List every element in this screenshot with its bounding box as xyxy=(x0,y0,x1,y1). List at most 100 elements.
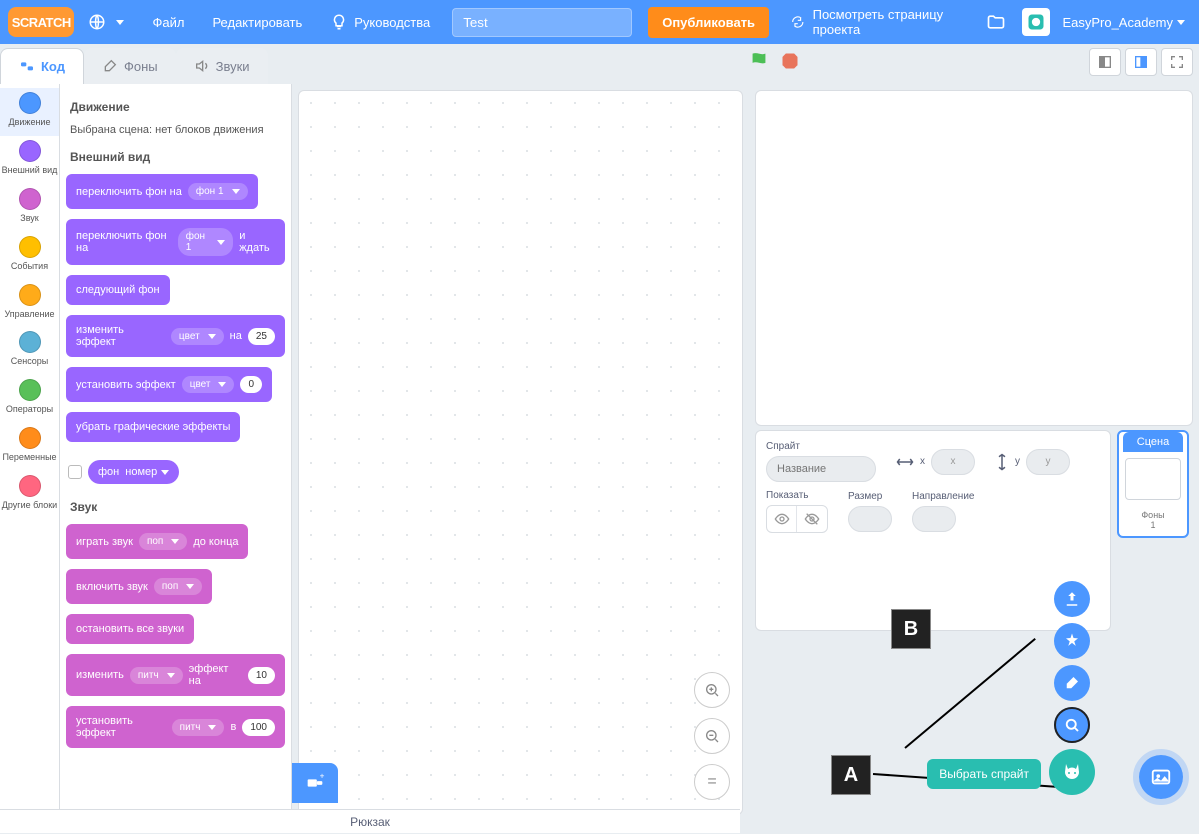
show-sprite-button[interactable] xyxy=(767,506,797,532)
number-input[interactable]: 25 xyxy=(248,328,275,345)
block-stop-all-sounds[interactable]: остановить все звуки xyxy=(66,614,194,644)
sprite-paint-button[interactable] xyxy=(1054,665,1090,701)
category-label: Внешний вид xyxy=(0,166,59,176)
category-Операторы[interactable]: Операторы xyxy=(0,375,59,423)
block-switch-backdrop[interactable]: переключить фон на фон 1 xyxy=(66,174,258,209)
cat-icon xyxy=(1060,760,1084,784)
category-Управление[interactable]: Управление xyxy=(0,280,59,328)
stage-selector[interactable]: Сцена Фоны 1 xyxy=(1117,430,1189,538)
language-menu[interactable] xyxy=(74,0,138,44)
block-switch-backdrop-wait[interactable]: переключить фон на фон 1 и ждать xyxy=(66,219,285,265)
code-workspace[interactable]: = xyxy=(298,90,743,815)
sprite-surprise-button[interactable] xyxy=(1054,623,1090,659)
x-label: x xyxy=(920,456,925,467)
zoom-out-icon xyxy=(704,728,720,744)
category-dot xyxy=(19,379,41,401)
category-Переменные[interactable]: Переменные xyxy=(0,423,59,471)
sprite-direction-input[interactable] xyxy=(912,506,956,532)
scratch-logo[interactable]: SCRATCH xyxy=(8,7,74,37)
annotation-marker-b: B xyxy=(891,609,931,649)
block-play-sound[interactable]: включить звук поп xyxy=(66,569,212,604)
sprite-search-button[interactable] xyxy=(1054,707,1090,743)
block-label: следующий фон xyxy=(76,284,160,296)
sprite-upload-button[interactable] xyxy=(1054,581,1090,617)
fullscreen-icon xyxy=(1169,54,1185,70)
dropdown-value: поп xyxy=(147,536,163,547)
zoom-in-icon xyxy=(704,682,720,698)
stop-icon[interactable] xyxy=(780,51,800,71)
project-name-input[interactable] xyxy=(452,8,632,37)
sound-header: Звук xyxy=(70,500,285,514)
tutorials-label: Руководства xyxy=(354,15,430,30)
tab-code[interactable]: Код xyxy=(0,48,84,84)
sprite-x-input[interactable]: x xyxy=(931,449,975,475)
block-set-effect[interactable]: установить эффект цвет 0 xyxy=(66,367,272,402)
number-input[interactable]: 100 xyxy=(242,719,275,736)
sprite-size-input[interactable] xyxy=(848,506,892,532)
block-change-sound-effect[interactable]: изменить питч эффект на 10 xyxy=(66,654,285,696)
publish-button[interactable]: Опубликовать xyxy=(648,7,769,38)
category-Движение[interactable]: Движение xyxy=(0,88,59,136)
category-Звук[interactable]: Звук xyxy=(0,184,59,232)
tab-code-label: Код xyxy=(41,59,65,74)
account-menu[interactable]: EasyPro_Academy xyxy=(1056,15,1191,30)
backpack-bar[interactable]: Рюкзак xyxy=(0,809,740,833)
file-menu[interactable]: Файл xyxy=(138,0,198,44)
block-play-until-done[interactable]: играть звук поп до конца xyxy=(66,524,248,559)
category-События[interactable]: События xyxy=(0,232,59,280)
block-palette: Движение Выбрана сцена: нет блоков движе… xyxy=(60,84,292,809)
see-project-page[interactable]: Посмотреть страницу проекта xyxy=(777,0,980,44)
tutorials-menu[interactable]: Руководства xyxy=(316,0,444,44)
stage-small-button[interactable] xyxy=(1089,48,1121,76)
reporter-checkbox[interactable] xyxy=(68,465,82,479)
block-change-effect[interactable]: изменить эффект цвет на 25 xyxy=(66,315,285,357)
stage-large-button[interactable] xyxy=(1125,48,1157,76)
svg-text:+: + xyxy=(320,772,325,780)
code-icon xyxy=(19,59,35,75)
add-extension-button[interactable]: + xyxy=(292,763,338,803)
category-Внешний вид[interactable]: Внешний вид xyxy=(0,136,59,184)
category-Сенсоры[interactable]: Сенсоры xyxy=(0,327,59,375)
number-input[interactable]: 0 xyxy=(240,376,262,393)
hide-sprite-button[interactable] xyxy=(797,506,827,532)
annotation-marker-a: A xyxy=(831,755,871,795)
menubar: SCRATCH Файл Редактировать Руководства О… xyxy=(0,0,1199,44)
category-label: Переменные xyxy=(0,453,59,463)
block-label: фон xyxy=(98,466,119,478)
dropdown-value: цвет xyxy=(190,379,211,390)
green-flag-icon[interactable] xyxy=(748,50,770,72)
block-label: и ждать xyxy=(239,230,275,254)
scene-header: Сцена xyxy=(1123,432,1183,452)
image-icon xyxy=(1150,766,1172,788)
block-next-backdrop[interactable]: следующий фон xyxy=(66,275,170,305)
backdrops-count: 1 xyxy=(1141,520,1164,530)
block-label: установить эффект xyxy=(76,715,166,739)
dropdown-value: поп xyxy=(162,581,178,592)
edit-menu[interactable]: Редактировать xyxy=(198,0,316,44)
category-dot xyxy=(19,92,41,114)
tab-backdrops[interactable]: Фоны xyxy=(84,48,176,84)
tabs-row: Код Фоны Звуки xyxy=(0,44,1199,84)
block-set-sound-effect[interactable]: установить эффект питч в 100 xyxy=(66,706,285,748)
mystuff-button[interactable] xyxy=(980,6,1012,38)
zoom-reset-button[interactable]: = xyxy=(694,764,730,800)
block-backdrop-reporter[interactable]: фон номер xyxy=(88,460,179,484)
sprite-y-input[interactable]: y xyxy=(1026,449,1070,475)
category-dot xyxy=(19,284,41,306)
block-label: на xyxy=(230,330,242,342)
category-dot xyxy=(19,236,41,258)
choose-backdrop-button[interactable] xyxy=(1139,755,1183,799)
category-column: Движение Внешний вид ЗвукСобытияУправление… xyxy=(0,84,60,809)
user-avatar[interactable] xyxy=(1022,8,1050,36)
stage[interactable] xyxy=(755,90,1193,426)
choose-sprite-button[interactable] xyxy=(1049,749,1095,795)
scene-thumbnail[interactable] xyxy=(1125,458,1181,500)
block-clear-effects[interactable]: убрать графические эффекты xyxy=(66,412,240,442)
category-Другие блоки[interactable]: Другие блоки xyxy=(0,471,59,519)
tab-sounds[interactable]: Звуки xyxy=(176,48,268,84)
number-input[interactable]: 10 xyxy=(248,667,275,684)
fullscreen-button[interactable] xyxy=(1161,48,1193,76)
zoom-out-button[interactable] xyxy=(694,718,730,754)
zoom-in-button[interactable] xyxy=(694,672,730,708)
sprite-name-input[interactable] xyxy=(766,456,876,482)
